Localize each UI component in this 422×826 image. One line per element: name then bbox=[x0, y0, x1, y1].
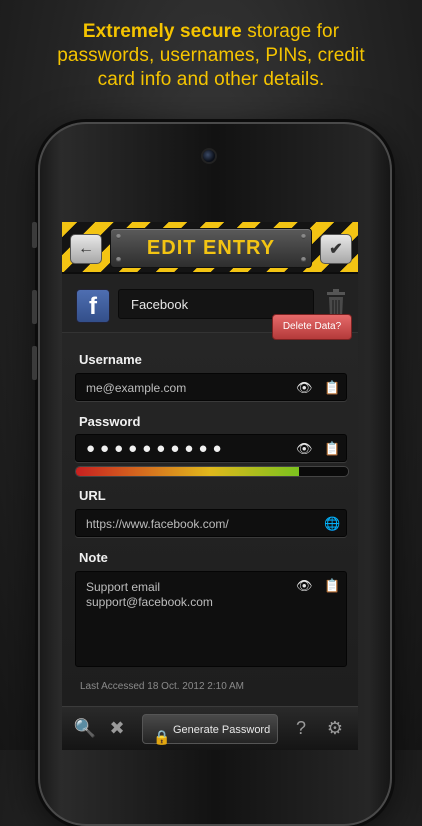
promo-line2: passwords, usernames, PINs, credit bbox=[57, 45, 365, 66]
password-strength-fill bbox=[76, 467, 300, 476]
header-bar: ← EDIT ENTRY ✔ bbox=[62, 222, 358, 274]
password-strength-meter bbox=[75, 466, 349, 477]
clear-icon[interactable]: ✖ bbox=[104, 715, 130, 741]
checkmark-icon: ✔ bbox=[329, 241, 343, 258]
rivet-icon bbox=[301, 234, 306, 239]
back-button[interactable]: ← bbox=[70, 234, 102, 264]
copy-icon[interactable]: 📋 bbox=[324, 578, 340, 594]
promo-headline: Extremely secure storage for passwords, … bbox=[0, 20, 422, 92]
url-label: URL bbox=[79, 488, 106, 503]
note-field[interactable]: Support email support@facebook.com 👁 📋 bbox=[75, 571, 347, 667]
title-plate: EDIT ENTRY bbox=[110, 228, 312, 268]
username-label: Username bbox=[79, 352, 142, 367]
note-label: Note bbox=[79, 550, 108, 565]
page-title: EDIT ENTRY bbox=[146, 236, 276, 259]
search-icon[interactable]: 🔍 bbox=[72, 715, 98, 741]
promo-bold: Extremely secure bbox=[82, 21, 242, 42]
globe-icon[interactable]: 🌐 bbox=[324, 516, 340, 532]
copy-icon[interactable]: 📋 bbox=[324, 380, 340, 396]
back-arrow-icon: ← bbox=[78, 240, 94, 257]
app-screen: ← EDIT ENTRY ✔ f Facebook Delete Data? U… bbox=[62, 222, 358, 750]
url-value: https://www.facebook.com/ bbox=[86, 517, 229, 531]
phone-volume-down bbox=[32, 346, 37, 380]
bottom-toolbar: 🔍 ✖ 🔒 Generate Password ? ⚙ bbox=[62, 706, 358, 750]
gear-icon[interactable]: ⚙ bbox=[322, 715, 348, 741]
facebook-icon[interactable]: f bbox=[76, 289, 110, 323]
url-field[interactable]: https://www.facebook.com/ 🌐 bbox=[75, 509, 347, 537]
delete-data-button[interactable]: Delete Data? bbox=[272, 314, 352, 340]
password-label: Password bbox=[79, 414, 141, 429]
phone-volume-up bbox=[32, 290, 37, 324]
rivet-icon bbox=[301, 257, 306, 262]
rivet-icon bbox=[116, 234, 121, 239]
lock-icon: 🔒 bbox=[153, 729, 171, 745]
help-icon[interactable]: ? bbox=[288, 715, 314, 741]
note-line: support@facebook.com bbox=[86, 595, 213, 609]
password-field[interactable]: ●●●●●●●●●● 👁 📋 bbox=[75, 434, 347, 462]
username-value: me@example.com bbox=[86, 381, 187, 395]
save-button[interactable]: ✔ bbox=[320, 234, 352, 264]
password-value: ●●●●●●●●●● bbox=[86, 440, 227, 457]
rivet-icon bbox=[116, 257, 121, 262]
phone-mute-switch bbox=[32, 222, 37, 248]
eye-icon[interactable]: 👁 bbox=[296, 380, 313, 396]
promo-line1: storage for bbox=[241, 21, 340, 42]
last-accessed-text: Last Accessed 18 Oct. 2012 2:10 AM bbox=[80, 681, 244, 692]
front-camera bbox=[203, 150, 215, 162]
promo-line3: card info and other details. bbox=[97, 69, 325, 90]
eye-icon[interactable]: 👁 bbox=[296, 578, 313, 594]
generate-password-label: Generate Password bbox=[173, 724, 271, 736]
username-field[interactable]: me@example.com 👁 📋 bbox=[75, 373, 347, 401]
copy-icon[interactable]: 📋 bbox=[324, 441, 340, 457]
generate-password-button[interactable]: 🔒 Generate Password bbox=[142, 714, 278, 745]
eye-icon[interactable]: 👁 bbox=[296, 441, 313, 457]
